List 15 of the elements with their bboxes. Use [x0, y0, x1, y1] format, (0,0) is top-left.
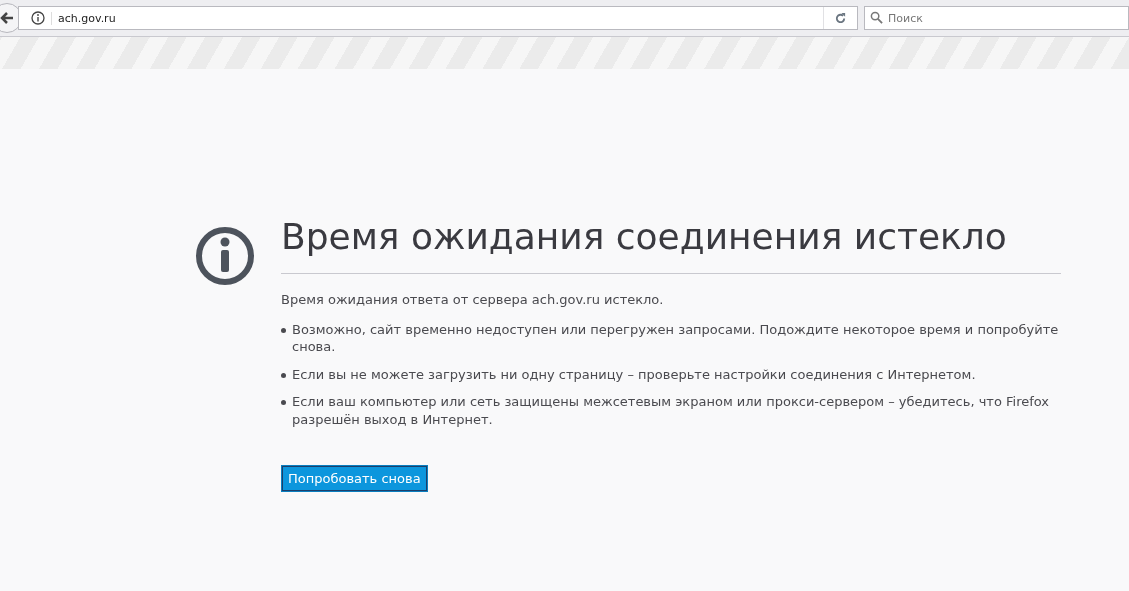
- bullet-icon: [281, 372, 286, 378]
- bullet-icon: [281, 327, 286, 333]
- reload-icon: [834, 11, 847, 25]
- search-field[interactable]: Поиск: [864, 6, 1129, 30]
- tip-text: Если ваш компьютер или сеть защищены межсетевым экраном или прокси-сервером – убедитесь, что Firefox разрешён выход в Интернет.: [292, 393, 1050, 429]
- info-icon: [195, 226, 255, 286]
- error-message: Время ожидания ответа от сервера ach.gov.ru истекло.: [281, 291, 665, 307]
- address-bar[interactable]: ach.gov.ru: [18, 6, 858, 30]
- error-title: Время ожидания соединения истекло: [281, 214, 1061, 274]
- tip-text: Если вы не можете загрузить ни одну страницу – проверьте настройки соединения с Интернетом.: [292, 365, 976, 384]
- info-icon: [31, 11, 45, 25]
- tip-text: Возможно, сайт временно недоступен или перегружен запросами. Подождите некоторое время и попробуйте снова.: [292, 320, 1060, 356]
- url-text: ach.gov.ru: [51, 11, 817, 25]
- bullet-icon: [281, 400, 286, 406]
- back-arrow-icon: [0, 10, 15, 26]
